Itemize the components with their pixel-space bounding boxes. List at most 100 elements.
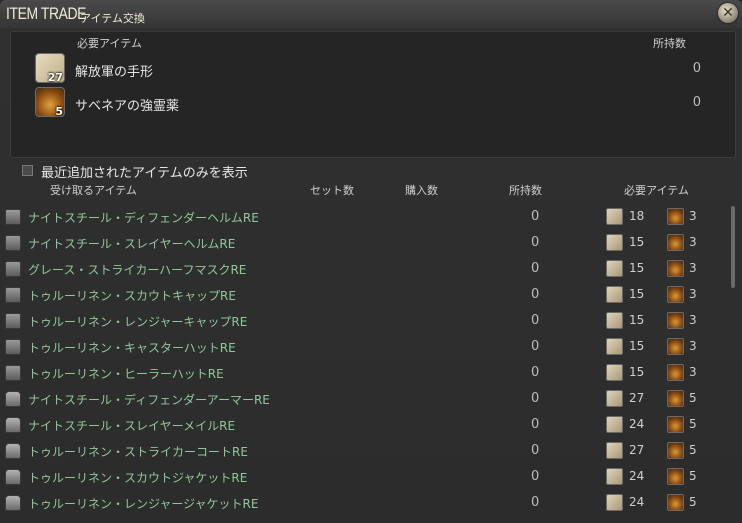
letter-icon[interactable] bbox=[606, 338, 623, 355]
column-receive: 受け取るアイテム bbox=[50, 184, 137, 197]
potion-icon[interactable]: 5 bbox=[35, 87, 65, 118]
trade-item-owned: 0 bbox=[531, 365, 540, 380]
trade-item-name: ナイトスチール・スレイヤーヘルムRE bbox=[28, 237, 236, 251]
headgear-icon[interactable] bbox=[5, 261, 21, 277]
body-armor-icon[interactable] bbox=[5, 443, 21, 459]
letter-icon[interactable] bbox=[606, 468, 623, 485]
required-letter-count: 15 bbox=[629, 339, 645, 353]
trade-item-row[interactable]: トゥルーリネン・スカウトジャケットRE 0 24 5 bbox=[0, 464, 730, 490]
potion-icon[interactable] bbox=[667, 312, 684, 329]
letter-icon[interactable] bbox=[606, 442, 623, 459]
required-letter-count: 15 bbox=[629, 287, 645, 301]
letter-icon[interactable] bbox=[606, 312, 623, 329]
title-bar[interactable]: ITEM TRADE アイテム交換 ✕ bbox=[0, 0, 742, 28]
required-potion-count: 5 bbox=[689, 443, 697, 457]
trade-item-row[interactable]: トゥルーリネン・ストライカーコートRE 0 27 5 bbox=[0, 438, 730, 464]
close-button[interactable]: ✕ bbox=[718, 3, 738, 23]
required-potion-count: 5 bbox=[689, 469, 697, 483]
body-armor-icon[interactable] bbox=[5, 469, 21, 485]
letter-icon[interactable] bbox=[606, 364, 623, 381]
trade-item-name: トゥルーリネン・ストライカーコートRE bbox=[28, 445, 248, 459]
trade-item-name: グレース・ストライカーハーフマスクRE bbox=[28, 263, 247, 277]
trade-item-owned: 0 bbox=[531, 339, 540, 354]
trade-item-name: トゥルーリネン・キャスターハットRE bbox=[28, 341, 236, 355]
recent-filter-checkbox[interactable] bbox=[22, 165, 33, 176]
item-trade-window: ITEM TRADE アイテム交換 ✕ 必要アイテム 所持数 27 解放軍の手形… bbox=[0, 0, 742, 523]
letter-icon[interactable] bbox=[606, 390, 623, 407]
potion-icon[interactable] bbox=[667, 364, 684, 381]
trade-item-list[interactable]: ナイトスチール・ディフェンダーヘルムRE 0 18 3 ナイトスチール・スレイヤーヘルム… bbox=[0, 204, 730, 523]
trade-item-row[interactable]: ナイトスチール・スレイヤーメイルRE 0 24 5 bbox=[0, 412, 730, 438]
required-letter-count: 15 bbox=[629, 261, 645, 275]
required-potion-count: 3 bbox=[689, 209, 697, 223]
potion-icon[interactable] bbox=[667, 468, 684, 485]
trade-item-name: トゥルーリネン・レンジャージャケットRE bbox=[28, 497, 259, 511]
required-item-name: サベネアの強霊薬 bbox=[75, 99, 180, 114]
trade-item-row[interactable]: トゥルーリネン・レンジャージャケットRE 0 24 5 bbox=[0, 490, 730, 516]
trade-item-row[interactable]: ナイトスチール・ディフェンダーヘルムRE 0 18 3 bbox=[0, 204, 730, 230]
required-item-owned: 0 bbox=[692, 95, 701, 110]
potion-icon[interactable] bbox=[667, 234, 684, 251]
list-scrollbar[interactable] bbox=[731, 206, 735, 288]
trade-item-name: トゥルーリネン・レンジャーキャップRE bbox=[28, 315, 248, 329]
letter-icon[interactable] bbox=[606, 494, 623, 511]
trade-item-row[interactable]: トゥルーリネン・レンジャーキャップRE 0 15 3 bbox=[0, 308, 730, 334]
owned-header: 所持数 bbox=[653, 37, 686, 50]
trade-item-row[interactable]: トゥルーリネン・キャスターハットRE 0 15 3 bbox=[0, 334, 730, 360]
headgear-icon[interactable] bbox=[5, 235, 21, 251]
trade-item-name: トゥルーリネン・スカウトジャケットRE bbox=[28, 471, 248, 485]
letter-icon[interactable] bbox=[606, 416, 623, 433]
potion-icon[interactable] bbox=[667, 494, 684, 511]
required-potion-count: 3 bbox=[689, 339, 697, 353]
headgear-icon[interactable] bbox=[5, 313, 21, 329]
required-potion-count: 3 bbox=[689, 365, 697, 379]
column-owned: 所持数 bbox=[509, 184, 542, 197]
headgear-icon[interactable] bbox=[5, 339, 21, 355]
trade-item-name: トゥルーリネン・スカウトキャップRE bbox=[28, 289, 236, 303]
letter-icon[interactable] bbox=[606, 234, 623, 251]
required-potion-count: 3 bbox=[689, 235, 697, 249]
potion-icon[interactable] bbox=[667, 390, 684, 407]
trade-item-owned: 0 bbox=[531, 495, 540, 510]
required-potion-count: 3 bbox=[689, 287, 697, 301]
potion-icon[interactable] bbox=[667, 286, 684, 303]
trade-item-row[interactable]: トゥルーリネン・ヒーラーハットRE 0 15 3 bbox=[0, 360, 730, 386]
column-purchase-count: 購入数 bbox=[405, 184, 438, 197]
potion-icon[interactable] bbox=[667, 442, 684, 459]
letter-icon[interactable] bbox=[606, 208, 623, 225]
trade-item-row[interactable]: トゥルーリネン・スカウトキャップRE 0 15 3 bbox=[0, 282, 730, 308]
letter-icon[interactable] bbox=[606, 260, 623, 277]
required-item-name: 解放軍の手形 bbox=[75, 65, 154, 80]
headgear-icon[interactable] bbox=[5, 287, 21, 303]
trade-item-owned: 0 bbox=[531, 287, 540, 302]
required-letter-count: 15 bbox=[629, 313, 645, 327]
letter-icon[interactable]: 27 bbox=[35, 53, 65, 84]
column-required: 必要アイテム bbox=[624, 184, 689, 197]
potion-icon[interactable] bbox=[667, 260, 684, 277]
trade-item-owned: 0 bbox=[531, 391, 540, 406]
column-set-count: セット数 bbox=[310, 184, 354, 197]
trade-item-row[interactable]: ナイトスチール・スレイヤーヘルムRE 0 15 3 bbox=[0, 230, 730, 256]
potion-icon[interactable] bbox=[667, 338, 684, 355]
trade-item-name: ナイトスチール・ディフェンダーアーマーRE bbox=[28, 393, 270, 407]
trade-item-owned: 0 bbox=[531, 209, 540, 224]
headgear-icon[interactable] bbox=[5, 365, 21, 381]
body-armor-icon[interactable] bbox=[5, 391, 21, 407]
trade-item-row[interactable]: ナイトスチール・ディフェンダーアーマーRE 0 27 5 bbox=[0, 386, 730, 412]
required-letter-count: 27 bbox=[629, 443, 645, 457]
recent-filter-label[interactable]: 最近追加されたアイテムのみを表示 bbox=[41, 162, 248, 181]
required-letter-count: 15 bbox=[629, 235, 645, 249]
headgear-icon[interactable] bbox=[5, 209, 21, 225]
required-item-row[interactable]: 27 解放軍の手形 0 bbox=[11, 53, 735, 85]
body-armor-icon[interactable] bbox=[5, 495, 21, 511]
potion-icon[interactable] bbox=[667, 416, 684, 433]
body-armor-icon[interactable] bbox=[5, 417, 21, 433]
required-item-row[interactable]: 5 サベネアの強霊薬 0 bbox=[11, 87, 735, 119]
required-potion-count: 5 bbox=[689, 417, 697, 431]
window-title: ITEM TRADE bbox=[6, 4, 87, 23]
required-letter-count: 15 bbox=[629, 365, 645, 379]
trade-item-row[interactable]: グレース・ストライカーハーフマスクRE 0 15 3 bbox=[0, 256, 730, 282]
required-letter-count: 24 bbox=[629, 495, 645, 509]
letter-icon[interactable] bbox=[606, 286, 623, 303]
potion-icon[interactable] bbox=[667, 208, 684, 225]
